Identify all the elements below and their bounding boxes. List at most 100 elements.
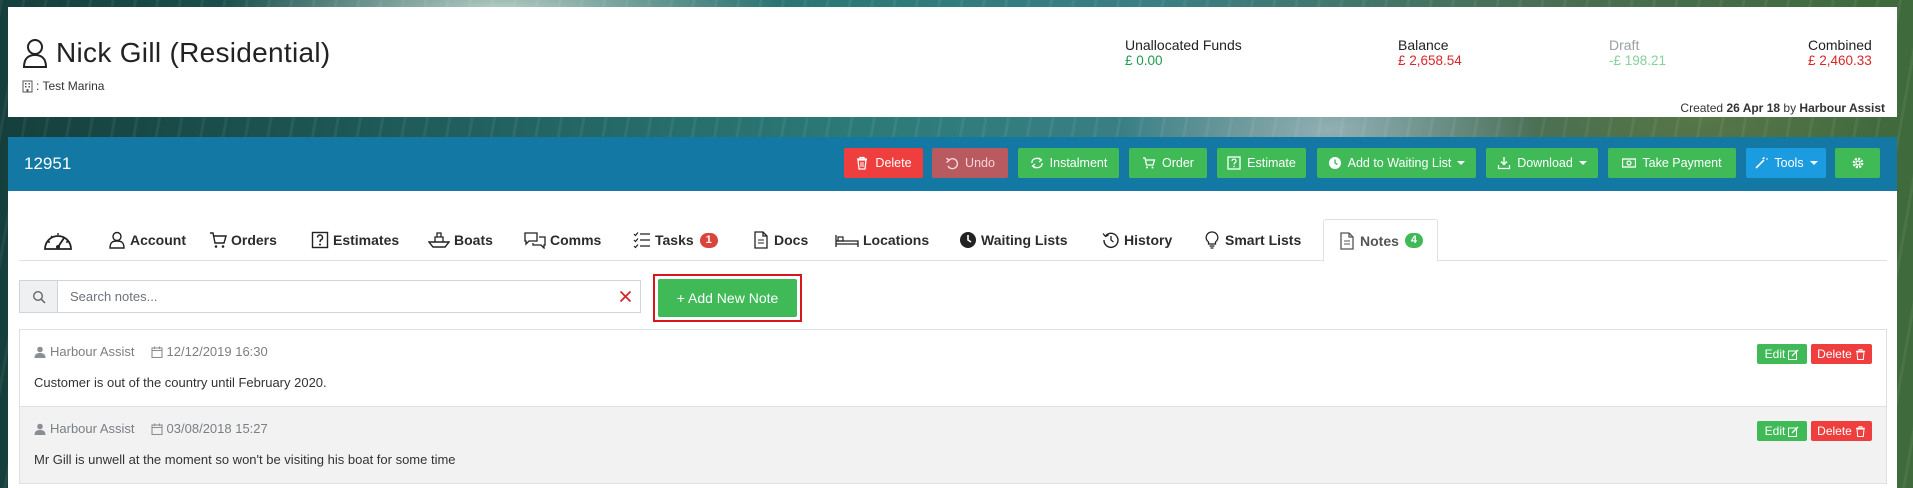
chevron-down-icon	[1578, 161, 1587, 165]
add-to-waiting-list-button[interactable]: Add to Waiting List	[1317, 148, 1476, 178]
settings-button[interactable]	[1835, 148, 1880, 178]
document-icon	[754, 231, 768, 249]
tab-estimates-label: Estimates	[333, 232, 400, 248]
calendar-icon	[150, 346, 163, 358]
note-text: Mr Gill is unwell at the moment so won't…	[34, 452, 456, 467]
edit-note-label: Edit	[1764, 424, 1786, 438]
tab-history-label: History	[1124, 232, 1173, 248]
draft-label: Draft	[1609, 37, 1640, 53]
edit-note-button[interactable]: Edit	[1757, 421, 1807, 441]
add-new-note-button[interactable]: + Add New Note	[658, 279, 797, 317]
order-button[interactable]: Order	[1129, 148, 1207, 178]
user-icon	[34, 423, 46, 435]
tab-notes[interactable]: Notes 4	[1323, 219, 1439, 262]
tab-estimates[interactable]: Estimates	[311, 219, 399, 261]
tab-history[interactable]: History	[1102, 219, 1172, 261]
bed-icon	[835, 235, 859, 247]
money-icon	[1622, 158, 1637, 168]
edit-note-button[interactable]: Edit	[1757, 344, 1807, 364]
unallocated-funds-value: £ 0.00	[1125, 53, 1163, 68]
tab-comms-label: Comms	[550, 232, 602, 248]
delete-note-button[interactable]: Delete	[1811, 344, 1872, 364]
undo-button[interactable]: Undo	[932, 148, 1008, 178]
search-addon	[20, 281, 58, 312]
search-icon	[32, 290, 46, 304]
comments-icon	[524, 232, 546, 249]
cart-icon	[210, 232, 227, 248]
main-content: Account Orders Estimates Boats Comms Tas…	[8, 191, 1897, 488]
instalment-button[interactable]: Instalment	[1018, 148, 1119, 178]
clock-icon	[960, 232, 976, 248]
tab-orders[interactable]: Orders	[209, 219, 277, 261]
tasks-count-badge: 1	[699, 232, 718, 248]
history-icon	[1102, 232, 1119, 249]
tab-smart-lists[interactable]: Smart Lists	[1203, 219, 1301, 261]
user-icon	[34, 346, 46, 358]
estimate-button[interactable]: Estimate	[1217, 148, 1306, 178]
notes-search	[19, 280, 641, 313]
tab-dashboard[interactable]	[42, 219, 78, 261]
note-author: Harbour Assist	[50, 421, 135, 436]
tab-waiting-lists[interactable]: Waiting Lists	[959, 219, 1068, 261]
delete-note-button[interactable]: Delete	[1811, 421, 1872, 441]
created-date: 26 Apr 18	[1726, 101, 1781, 115]
edit-icon	[1788, 349, 1799, 360]
trash-icon	[1855, 425, 1865, 437]
combined-label: Combined	[1808, 37, 1872, 53]
user-icon	[22, 39, 48, 68]
gear-icon	[1852, 157, 1863, 169]
notes-list: Harbour Assist 12/12/2019 16:30 Customer…	[19, 329, 1887, 484]
created-prefix: Created	[1680, 101, 1724, 115]
cart-icon	[1143, 157, 1156, 169]
created-by: by	[1783, 101, 1797, 115]
download-button[interactable]: Download	[1486, 148, 1598, 178]
note-date: 12/12/2019 16:30	[150, 344, 268, 359]
customer-header: Nick Gill (Residential) : Test Marina Un…	[8, 7, 1897, 117]
delete-button-label: Delete	[875, 156, 912, 170]
tab-tasks-label: Tasks	[655, 232, 694, 248]
magic-wand-icon	[1755, 157, 1769, 169]
tab-boats[interactable]: Boats	[428, 219, 493, 261]
tab-bar: Account Orders Estimates Boats Comms Tas…	[19, 219, 1887, 262]
calendar-icon	[150, 423, 163, 435]
tools-button[interactable]: Tools	[1746, 148, 1826, 178]
tab-docs-label: Docs	[774, 232, 809, 248]
take-payment-button[interactable]: Take Payment	[1608, 148, 1736, 178]
order-button-label: Order	[1162, 156, 1194, 170]
dashboard-icon	[44, 233, 72, 250]
instalment-button-label: Instalment	[1049, 156, 1108, 170]
question-icon	[1227, 156, 1241, 170]
note-datetime: 03/08/2018 15:27	[166, 421, 268, 436]
note-date: 03/08/2018 15:27	[150, 421, 268, 436]
undo-icon	[946, 157, 959, 170]
balance-label: Balance	[1398, 37, 1449, 53]
estimate-button-label: Estimate	[1247, 156, 1296, 170]
user-icon	[109, 231, 125, 249]
note-icon	[1340, 231, 1354, 250]
note-item: Harbour Assist 12/12/2019 16:30 Customer…	[19, 329, 1887, 407]
delete-button[interactable]: Delete	[844, 148, 923, 178]
record-id: 12951	[24, 154, 72, 173]
trash-icon	[857, 156, 868, 170]
search-input[interactable]	[58, 281, 610, 312]
building-icon	[22, 80, 33, 92]
combined-value: £ 2,460.33	[1808, 53, 1872, 68]
clear-search-button[interactable]	[610, 281, 640, 312]
edit-icon	[1788, 426, 1799, 437]
tab-tasks[interactable]: Tasks 1	[633, 219, 718, 261]
note-datetime: 12/12/2019 16:30	[166, 344, 268, 359]
tab-comms[interactable]: Comms	[524, 219, 601, 261]
note-text: Customer is out of the country until Feb…	[34, 375, 327, 390]
tab-account[interactable]: Account	[108, 219, 186, 261]
customer-title: Nick Gill (Residential)	[22, 37, 331, 69]
draft: Draft -£ 198.21	[1609, 37, 1666, 69]
combined: Combined £ 2,460.33	[1808, 37, 1872, 69]
tab-locations[interactable]: Locations	[835, 219, 929, 261]
tab-docs[interactable]: Docs	[752, 219, 808, 261]
created-info: Created 26 Apr 18 by Harbour Assist	[1680, 101, 1885, 115]
tab-waiting-lists-label: Waiting Lists	[981, 232, 1068, 248]
close-icon	[619, 290, 631, 303]
trash-icon	[1855, 348, 1865, 360]
edit-note-label: Edit	[1764, 347, 1786, 361]
balance-value: £ 2,658.54	[1398, 53, 1462, 68]
